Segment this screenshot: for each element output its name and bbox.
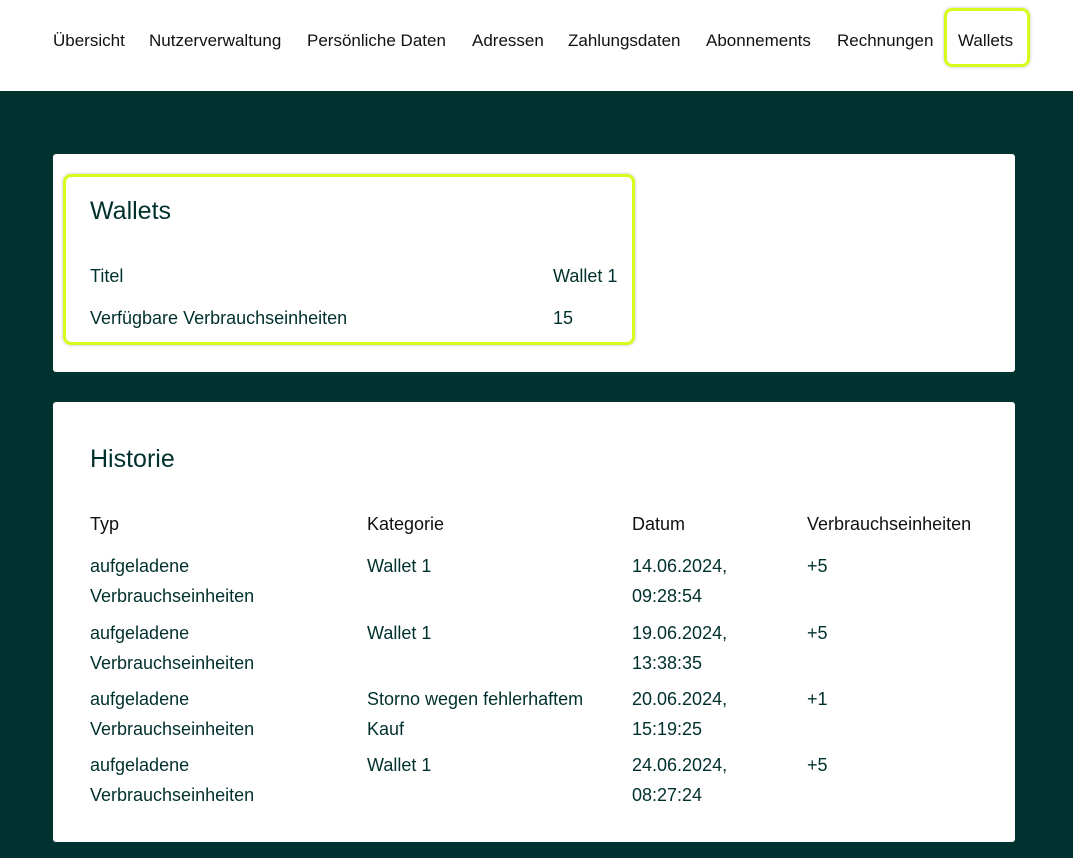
row1-datum-time: 09:28:54 xyxy=(632,586,703,606)
row1-einheiten: +5 xyxy=(807,556,828,576)
nav-item-adressen[interactable]: Adressen xyxy=(472,30,544,52)
row2-typ-line2: Verbrauchseinheiten xyxy=(90,653,255,673)
nav-item-nutzerverwaltung[interactable]: Nutzerverwaltung xyxy=(149,30,281,52)
column-header-kategorie: Kategorie xyxy=(367,514,445,534)
history-title: Historie xyxy=(90,445,175,473)
nav-item-persoenliche-daten[interactable]: Persönliche Daten xyxy=(307,30,446,52)
row3-typ-line1: aufgeladene xyxy=(90,689,190,709)
column-header-verbrauchseinheiten: Verbrauchseinheiten xyxy=(807,514,972,534)
row4-einheiten: +5 xyxy=(807,755,828,775)
row4-datum-time: 08:27:24 xyxy=(632,785,703,805)
row4-typ-line1: aufgeladene xyxy=(90,755,190,775)
row2-einheiten: +5 xyxy=(807,623,828,643)
wallet-field-label-titel: Titel xyxy=(90,266,124,286)
nav-item-zahlungsdaten[interactable]: Zahlungsdaten xyxy=(568,30,680,52)
top-navigation: Übersicht Nutzerverwaltung Persönliche D… xyxy=(0,0,1073,91)
row4-kategorie: Wallet 1 xyxy=(367,755,432,775)
nav-item-abonnements[interactable]: Abonnements xyxy=(706,30,811,52)
row1-typ-line2: Verbrauchseinheiten xyxy=(90,586,255,606)
row4-datum-date: 24.06.2024, xyxy=(632,755,728,775)
row2-datum-date: 19.06.2024, xyxy=(632,623,728,643)
wallet-field-value-einheiten: 15 xyxy=(553,308,574,328)
row3-datum-time: 15:19:25 xyxy=(632,719,703,739)
nav-item-rechnungen[interactable]: Rechnungen xyxy=(837,30,933,52)
column-header-typ: Typ xyxy=(90,514,120,534)
row3-typ-line2: Verbrauchseinheiten xyxy=(90,719,255,739)
row3-einheiten: +1 xyxy=(807,689,828,709)
column-header-datum: Datum xyxy=(632,514,686,534)
nav-item-uebersicht[interactable]: Übersicht xyxy=(53,30,125,52)
row3-datum-date: 20.06.2024, xyxy=(632,689,728,709)
row4-typ-line2: Verbrauchseinheiten xyxy=(90,785,255,805)
nav-item-wallets[interactable]: Wallets xyxy=(958,30,1013,52)
row1-datum-date: 14.06.2024, xyxy=(632,556,728,576)
wallet-title: Wallets xyxy=(90,197,172,225)
row3-kategorie-line1: Storno wegen fehlerhaftem xyxy=(367,689,584,709)
history-card: Historie Typ Kategorie Datum Verbrauchse… xyxy=(53,402,1015,842)
row1-typ-line1: aufgeladene xyxy=(90,556,190,576)
row2-datum-time: 13:38:35 xyxy=(632,653,703,673)
row3-kategorie-line2: Kauf xyxy=(367,719,405,739)
wallet-field-value-titel: Wallet 1 xyxy=(553,266,618,286)
row1-kategorie: Wallet 1 xyxy=(367,556,432,576)
wallet-field-label-einheiten: Verfügbare Verbrauchseinheiten xyxy=(90,308,348,328)
row2-typ-line1: aufgeladene xyxy=(90,623,190,643)
row2-kategorie: Wallet 1 xyxy=(367,623,432,643)
wallet-card: Wallets Titel Wallet 1 Verfügbare Verbra… xyxy=(53,154,1015,372)
